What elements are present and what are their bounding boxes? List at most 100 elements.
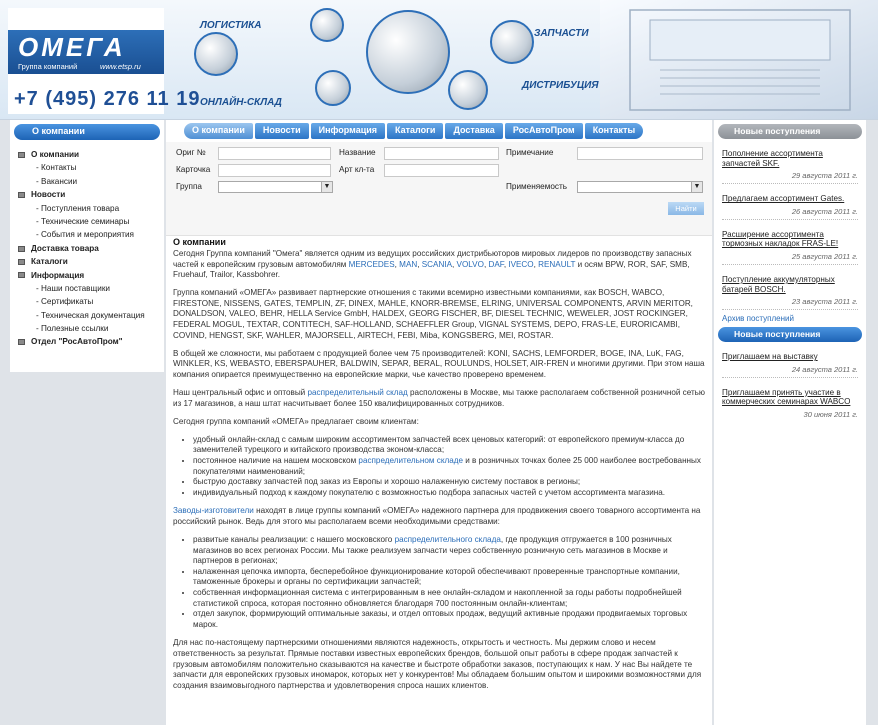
menu-item[interactable]: - Техническая документация — [18, 309, 164, 322]
means-list: развитые каналы реализации: с нашего мос… — [193, 535, 708, 630]
nav-tab-contacts[interactable]: Контакты — [584, 123, 644, 139]
left-sidebar: О компании О компании - Контакты - Вакан… — [10, 120, 164, 372]
truck-image — [600, 0, 878, 119]
news-link[interactable]: Приглашаем принять участие в коммерчески… — [722, 378, 858, 407]
news-link[interactable]: Предлагаем ассортимент Gates. — [722, 184, 858, 204]
news-link[interactable]: Пополнение ассортимента запчастей SKF. — [722, 139, 858, 168]
news-date: 30 июня 2011 г. — [803, 409, 858, 419]
menu-item[interactable]: Новости — [18, 188, 164, 201]
menu-item[interactable]: Информация — [18, 269, 164, 282]
nav-tab-info[interactable]: Информация — [310, 123, 386, 139]
paragraph: Заводы-изготовители находят в лице групп… — [173, 506, 701, 526]
part-image-icon — [448, 70, 488, 110]
warehouse-link[interactable]: распределительного склада — [395, 535, 501, 544]
menu-item[interactable]: - Технические семинары — [18, 215, 164, 228]
applic-label: Применяемость — [506, 182, 567, 191]
manufacturers-link[interactable]: Заводы-изготовители — [173, 506, 254, 515]
menu-item[interactable]: - Поступления товара — [18, 202, 164, 215]
orig-input[interactable] — [218, 147, 331, 160]
menu-item[interactable]: Отдел "РосАвтоПром" — [18, 335, 164, 348]
news-date: 24 августа 2011 г. — [791, 364, 858, 374]
disc-image-icon — [490, 20, 534, 64]
list-item: собственная информационная система с инт… — [193, 588, 708, 609]
brand-link[interactable]: VOLVO — [457, 260, 484, 269]
nav-tab-about[interactable]: О компании — [184, 123, 253, 139]
header: ОМЕГА Группа компаний www.etsp.ru +7 (49… — [0, 0, 878, 120]
brand-link[interactable]: IVECO — [508, 260, 533, 269]
logo-subtitle: Группа компаний — [18, 62, 78, 71]
menu-item[interactable]: - Вакансии — [18, 175, 164, 188]
brand-link[interactable]: MERCEDES — [349, 260, 395, 269]
news-item: Поступление аккумуляторных батарей BOSCH… — [722, 265, 858, 311]
truck-image-icon — [310, 8, 344, 42]
paragraph: Для нас по-настоящему партнерскими отнош… — [173, 638, 702, 690]
article: О компании Сегодня Группа компаний "Омег… — [173, 237, 708, 699]
paragraph: Сегодня группа компаний «ОМЕГА» предлага… — [173, 416, 419, 426]
bullet-icon — [18, 245, 25, 252]
bullet-icon — [18, 339, 25, 346]
news-item: Предлагаем ассортимент Gates. 26 августа … — [722, 184, 858, 220]
archive-link[interactable]: Архив поступлений — [722, 314, 866, 323]
news-link[interactable]: Расширение ассортимента тормозных наклад… — [722, 220, 858, 249]
brand-link[interactable]: DAF — [488, 260, 503, 269]
art-input[interactable] — [384, 164, 499, 177]
name-input[interactable] — [384, 147, 499, 160]
card-input[interactable] — [218, 164, 331, 177]
news-date: 26 августа 2011 г. — [791, 206, 858, 216]
menu-item[interactable]: - Контакты — [18, 161, 164, 174]
news-link[interactable]: Приглашаем на выставку — [722, 342, 858, 362]
brand-link[interactable]: MAN — [399, 260, 417, 269]
logistics-label[interactable]: ЛОГИСТИКА — [200, 20, 262, 31]
list-item: развитые каналы реализации: с нашего мос… — [193, 535, 708, 567]
menu-item[interactable]: - События и мероприятия — [18, 228, 164, 241]
paragraph: Наш центральный офис и оптовый распредел… — [173, 388, 706, 408]
news-link[interactable]: Поступление аккумуляторных батарей BOSCH… — [722, 265, 858, 294]
note-label: Примечание — [506, 148, 554, 157]
find-button[interactable]: Найти — [668, 202, 704, 215]
parts-label[interactable]: ЗАПЧАСТИ — [534, 28, 589, 39]
warehouse-label[interactable]: ОНЛАЙН-СКЛАД — [200, 97, 282, 108]
menu-item[interactable]: Доставка товара — [18, 242, 164, 255]
note-input[interactable] — [577, 147, 703, 160]
news-item: Пополнение ассортимента запчастей SKF. 29… — [722, 139, 858, 185]
applic-select[interactable]: ▼ — [577, 181, 703, 193]
menu-item[interactable]: Каталоги — [18, 255, 164, 268]
menu-item[interactable]: - Наши поставщики — [18, 282, 164, 295]
news-item: Приглашаем принять участие в коммерчески… — [722, 378, 858, 422]
logo-url: www.etsp.ru — [100, 62, 141, 71]
news-date: 25 августа 2011 г. — [791, 251, 858, 261]
part-image-icon — [315, 70, 351, 106]
chevron-down-icon: ▼ — [321, 182, 332, 192]
left-sidebar-title: О компании — [14, 124, 160, 140]
warehouse-link[interactable]: распределительный склад — [307, 388, 407, 397]
nav-tab-news[interactable]: Новости — [254, 123, 309, 139]
group-select[interactable]: ▼ — [218, 181, 333, 193]
header-banner: ЛОГИСТИКА ОНЛАЙН-СКЛАД ЗАПЧАСТИ ДИСТРИБУ… — [170, 0, 600, 119]
left-menu: О компании - Контакты - Вакансии Новости… — [18, 148, 164, 349]
bullet-icon — [18, 258, 25, 265]
list-item: отдел закупок, формирующий оптимальные з… — [193, 609, 708, 630]
brand-link[interactable]: SCANIA — [422, 260, 452, 269]
paragraph: Сегодня Группа компаний "Омега" является… — [173, 249, 692, 280]
list-item: постоянное наличие на нашем московском р… — [193, 456, 708, 477]
nav-tab-rosavtoprom[interactable]: РосАвтоПром — [504, 123, 583, 139]
news-date: 29 августа 2011 г. — [791, 171, 858, 181]
nav-tab-catalogs[interactable]: Каталоги — [387, 123, 444, 139]
warehouse-link[interactable]: распределительном складе — [358, 456, 463, 465]
nav-tab-delivery[interactable]: Доставка — [445, 123, 503, 139]
right-sidebar: Новые поступления Пополнение ассортимент… — [714, 120, 866, 725]
clutch-image-icon — [366, 10, 450, 94]
distribution-label[interactable]: ДИСТРИБУЦИЯ — [522, 80, 599, 91]
card-label: Карточка — [176, 165, 211, 174]
offer-list: удобный онлайн-склад с самым широким асс… — [193, 435, 708, 499]
news-item: Приглашаем на выставку 24 августа 2011 г. — [722, 342, 858, 378]
menu-item[interactable]: О компании — [18, 148, 164, 161]
logo-text: ОМЕГА — [18, 32, 126, 62]
brand-link[interactable]: RENAULT — [538, 260, 575, 269]
name-label: Название — [339, 148, 376, 157]
menu-item[interactable]: - Полезные ссылки — [18, 322, 164, 335]
part-image-icon — [194, 32, 238, 76]
menu-item[interactable]: - Сертификаты — [18, 295, 164, 308]
main-content: О компании Новости Информация Каталоги Д… — [166, 120, 712, 725]
chevron-down-icon: ▼ — [691, 182, 702, 192]
